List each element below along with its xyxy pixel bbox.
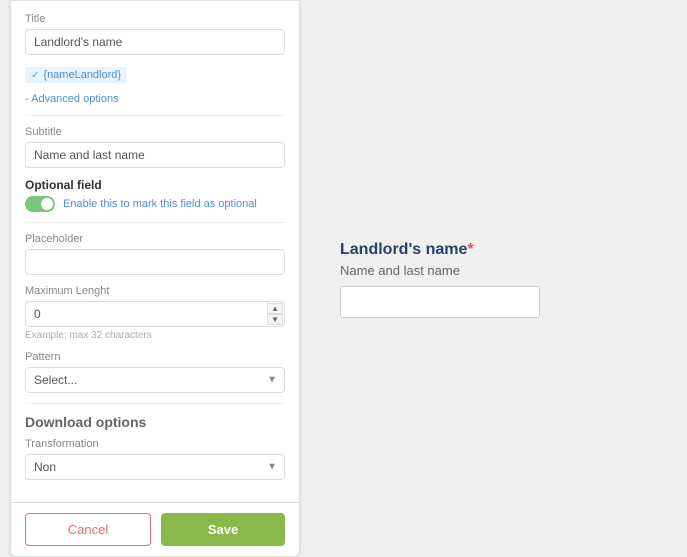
optional-section-title: Optional field — [25, 178, 285, 192]
pattern-label: Pattern — [25, 351, 285, 363]
divider-2 — [25, 222, 285, 223]
toggle-knob — [41, 198, 53, 210]
divider-1 — [25, 115, 285, 116]
title-label: Title — [25, 13, 285, 25]
maxlength-input[interactable] — [25, 301, 285, 327]
preview-area: Landlord's name* Name and last name — [320, 181, 677, 338]
save-button[interactable]: Save — [161, 513, 285, 546]
required-star: * — [467, 241, 473, 258]
maxlength-field-group: Maximum Lenght ▲ ▼ Example: max 32 chara… — [25, 285, 285, 341]
panel-body: Title ✓ {nameLandlord} - Advanced option… — [11, 1, 299, 503]
optional-row: Enable this to mark this field as option… — [25, 196, 285, 212]
optional-toggle[interactable] — [25, 196, 55, 212]
advanced-options-link[interactable]: - Advanced options — [25, 93, 285, 105]
placeholder-input[interactable] — [25, 249, 285, 275]
short-text-panel: ☰ Short text ? Title ✓ {nameLandlord} - … — [10, 0, 300, 557]
placeholder-field-group: Placeholder — [25, 233, 285, 275]
pattern-select[interactable]: Select... Email Phone URL Number — [25, 367, 285, 393]
spinner-up[interactable]: ▲ — [267, 303, 283, 314]
maxlength-hint: Example: max 32 characters — [25, 330, 285, 341]
cancel-button[interactable]: Cancel — [25, 513, 151, 546]
preview-subtitle: Name and last name — [340, 263, 460, 278]
transformation-select[interactable]: Non Uppercase Lowercase Capitalize — [25, 454, 285, 480]
spinner-down[interactable]: ▼ — [267, 314, 283, 325]
download-options-heading: Download options — [25, 403, 285, 430]
maxlength-input-wrap: ▲ ▼ — [25, 301, 285, 327]
transformation-field-group: Transformation Non Uppercase Lowercase C… — [25, 438, 285, 480]
spinner-buttons: ▲ ▼ — [267, 303, 283, 325]
panel-footer: Cancel Save — [11, 502, 299, 556]
optional-field-group: Optional field Enable this to mark this … — [25, 178, 285, 212]
maxlength-label: Maximum Lenght — [25, 285, 285, 297]
subtitle-label: Subtitle — [25, 126, 285, 138]
transformation-select-wrap: Non Uppercase Lowercase Capitalize ▼ — [25, 454, 285, 480]
transformation-label: Transformation — [25, 438, 285, 450]
tag-check-icon: ✓ — [31, 70, 39, 81]
preview-label-text: Landlord's name — [340, 241, 467, 258]
subtitle-input[interactable] — [25, 142, 285, 168]
subtitle-field-group: Subtitle — [25, 126, 285, 168]
optional-toggle-label: Enable this to mark this field as option… — [63, 198, 257, 210]
title-field-group: Title — [25, 13, 285, 55]
preview-field-label: Landlord's name* — [340, 241, 474, 259]
tag-group: ✓ {nameLandlord} — [25, 65, 285, 84]
placeholder-label: Placeholder — [25, 233, 285, 245]
tag-text: {nameLandlord} — [43, 69, 121, 81]
pattern-select-wrap: Select... Email Phone URL Number ▼ — [25, 367, 285, 393]
pattern-field-group: Pattern Select... Email Phone URL Number… — [25, 351, 285, 393]
preview-input[interactable] — [340, 286, 540, 318]
name-tag[interactable]: ✓ {nameLandlord} — [25, 67, 127, 83]
title-input[interactable] — [25, 29, 285, 55]
